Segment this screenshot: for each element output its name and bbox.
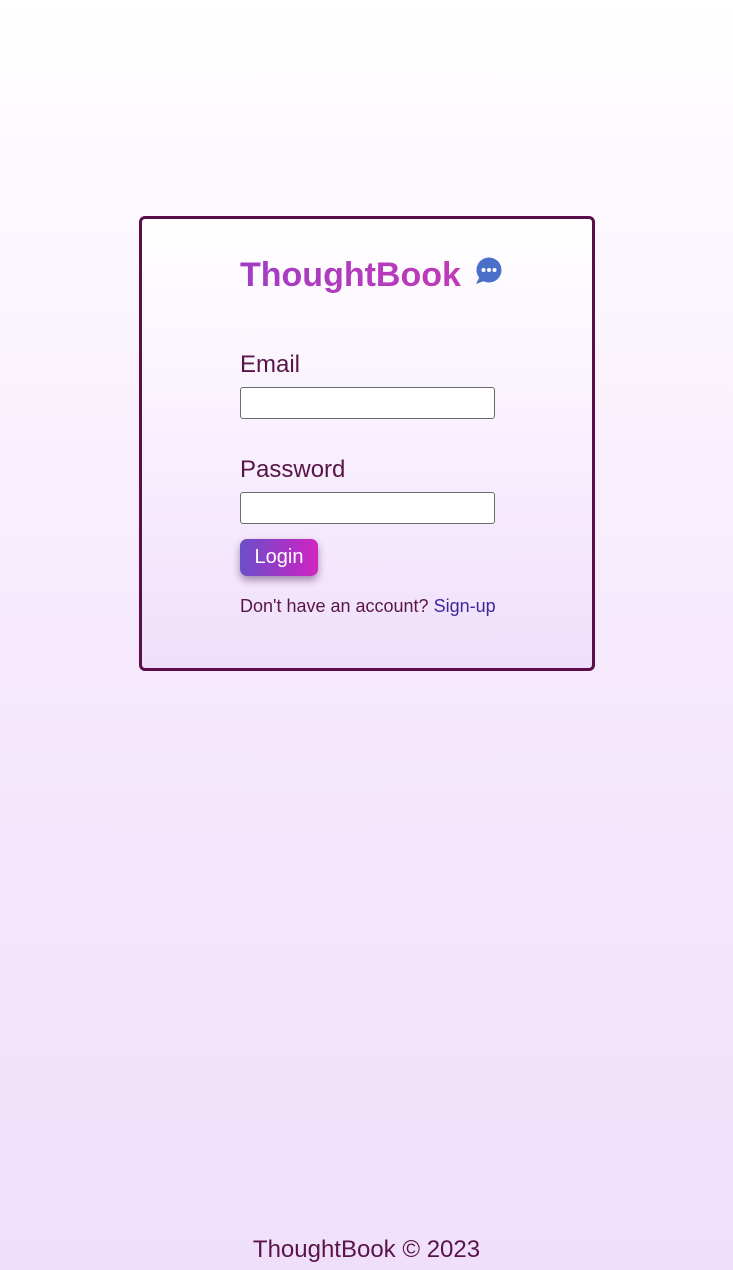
password-label: Password [240,456,346,483]
login-button[interactable]: Login [240,539,318,576]
email-field[interactable] [240,387,495,419]
chat-bubble-icon [473,256,503,286]
signup-link[interactable]: Sign-up [434,596,496,616]
footer-copyright: ThoughtBook © 2023 [252,1236,481,1263]
brand-header: ThoughtBook [240,255,503,295]
signup-prompt-text: Don't have an account? [240,596,429,616]
login-card: ThoughtBook Email Password Login Don't h… [139,216,595,671]
password-field[interactable] [240,492,495,524]
app-title: ThoughtBook [240,256,461,294]
signup-prompt-line: Don't have an account? Sign-up [240,595,496,617]
email-label: Email [240,351,301,378]
